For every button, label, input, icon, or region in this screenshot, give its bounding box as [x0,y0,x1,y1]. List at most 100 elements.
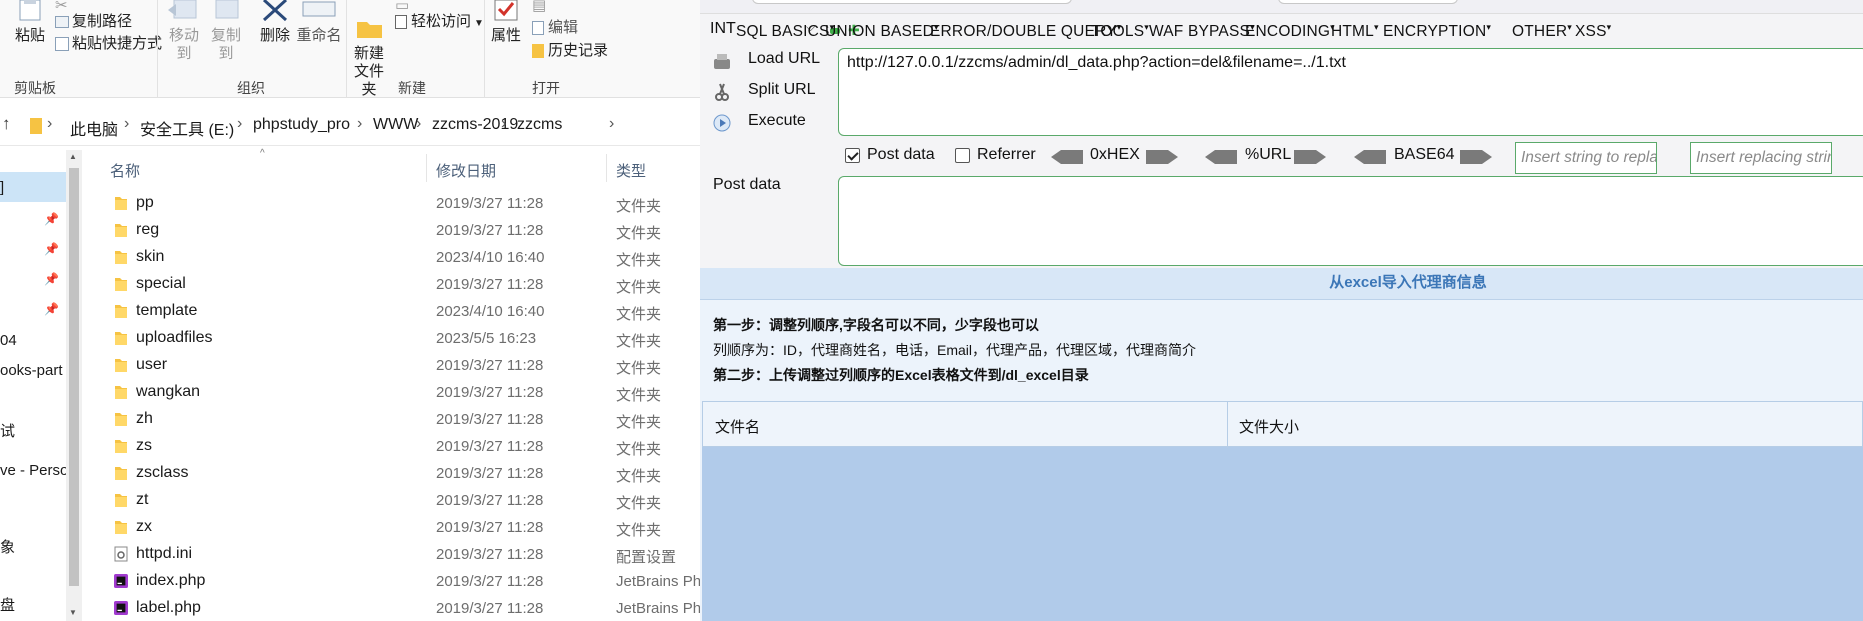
file-row[interactable]: zs 2019/3/27 11:28 文件夹 [82,433,700,460]
file-row[interactable]: zt 2019/3/27 11:28 文件夹 [82,487,700,514]
column-header-type[interactable]: 类型 [616,160,646,181]
file-name: reg [136,221,160,238]
breadcrumb-separator-icon[interactable]: › [237,115,242,133]
nav-item[interactable]: 试 [0,420,15,441]
nav-item[interactable]: 象 [0,536,15,557]
file-row[interactable]: template 2023/4/10 16:40 文件夹 [82,298,700,325]
file-row[interactable]: special 2019/3/27 11:28 文件夹 [82,271,700,298]
file-row[interactable]: uploadfiles 2023/5/5 16:23 文件夹 [82,325,700,352]
base64-decode-arrow-icon[interactable] [1354,150,1386,164]
new-folder-button[interactable]: 新建 文件夹 [350,0,388,117]
hackbar-menu-item[interactable]: UNION BASED▾ [825,22,939,41]
file-row[interactable]: pp 2019/3/27 11:28 文件夹 [82,190,700,217]
hackbar-menu-item[interactable]: XSS▾ [1575,22,1611,41]
file-row[interactable]: index.php 2019/3/27 11:28 JetBrains Ph [82,568,700,595]
hackbar-menu-item[interactable]: OTHER▾ [1512,22,1572,41]
file-row[interactable]: httpd.ini 2019/3/27 11:28 配置设置 [82,541,700,568]
breadcrumb-item[interactable]: WWW [373,116,418,134]
column-header-name[interactable]: 名称 [110,160,140,181]
properties-button[interactable]: 属性 [488,0,524,45]
scroll-up-icon[interactable]: ▲ [69,152,77,161]
file-row[interactable]: zsclass 2019/3/27 11:28 文件夹 [82,460,700,487]
folder-icon [115,224,127,237]
hackbar-menu-item[interactable]: HTML▾ [1331,22,1379,41]
hackbar-menu-item[interactable]: SQL BASICS▾ [736,22,834,41]
nav-item[interactable]: ] [0,179,4,196]
hackbar-menu-item[interactable]: ENCRYPTION▾ [1383,22,1491,41]
scroll-down-icon[interactable]: ▼ [69,608,77,617]
hackbar-menu-item[interactable]: WAF BYPASS▾ [1149,22,1255,41]
hackbar-menu-item[interactable]: TOOLS▾ [1091,22,1149,41]
referrer-checkbox[interactable] [955,148,970,163]
file-row[interactable]: reg 2019/3/27 11:28 文件夹 [82,217,700,244]
file-row[interactable]: zh 2019/3/27 11:28 文件夹 [82,406,700,433]
nav-item[interactable]: ve - Perso [0,462,68,479]
file-type: 文件夹 [616,468,662,485]
copy-to-button[interactable]: 复制到 [205,0,247,63]
folder-icon [115,494,127,507]
address-field[interactable] [752,0,1072,4]
nav-item[interactable]: 盘 [0,594,15,615]
file-name: zx [136,518,152,535]
file-row[interactable]: user 2019/3/27 11:28 文件夹 [82,352,700,379]
column-divider[interactable] [606,154,607,182]
move-to-button[interactable]: 移动到 [163,0,205,63]
hex-decode-arrow-icon[interactable] [1051,150,1083,164]
column-header-date[interactable]: 修改日期 [436,160,496,181]
breadcrumb-separator-icon[interactable]: › [357,115,362,133]
hex-encode-arrow-icon[interactable] [1146,150,1178,164]
pin-icon[interactable]: 📌 [44,212,59,226]
easy-access-icon [395,15,407,30]
paste-shortcut-button[interactable]: 粘贴快捷方式 [55,32,162,53]
replace-string-input[interactable]: Insert string to replace [1515,142,1657,174]
nav-item[interactable]: 04 [0,332,17,349]
file-row[interactable]: label.php 2019/3/27 11:28 JetBrains Ph [82,595,700,621]
menu-label: ERROR/DOUBLE QUERY [930,23,1117,41]
up-arrow-icon[interactable]: ↑ [2,114,11,134]
easy-access-button[interactable]: 轻松访问 ▼ [395,10,484,31]
copy-path-button[interactable]: 复制路径 [55,10,132,31]
new-group-label: 新建 [398,80,426,96]
breadcrumb-item[interactable]: zzcms [517,116,562,134]
file-row[interactable]: skin 2023/4/10 16:40 文件夹 [82,244,700,271]
breadcrumb-separator-icon[interactable]: › [124,115,129,133]
breadcrumb-item[interactable]: 安全工具 (E:) [140,116,234,140]
rename-button[interactable]: 重命名 [296,0,342,45]
hackbar-menu-item[interactable]: ENCODING▾ [1245,22,1335,41]
breadcrumb-separator-icon[interactable]: › [416,115,421,133]
paste-button[interactable]: 粘贴 [14,0,46,45]
hex-label: 0xHEX [1090,146,1140,163]
file-row[interactable]: wangkan 2019/3/27 11:28 文件夹 [82,379,700,406]
history-button[interactable]: 历史记录 [532,39,608,60]
delete-button[interactable]: 删除 [258,0,292,45]
file-row[interactable]: zx 2019/3/27 11:28 文件夹 [82,514,700,541]
pin-icon[interactable]: 📌 [44,242,59,256]
url-textarea[interactable]: http://127.0.0.1/zzcms/admin/dl_data.php… [838,48,1863,136]
breadcrumb-item[interactable]: 此电脑 [70,116,118,140]
post-data-textarea[interactable] [838,176,1863,266]
sort-ascending-icon: ^ [260,148,265,159]
nav-scrollbar[interactable]: ▲ ▼ [66,150,82,621]
column-divider[interactable] [426,154,427,182]
menu-label: ENCODING [1245,23,1331,41]
pin-icon[interactable]: 📌 [44,272,59,286]
scrollbar-thumb[interactable] [69,168,79,586]
nav-item[interactable]: ooks-part [0,362,63,379]
breadcrumb-separator-icon[interactable]: › [501,115,506,133]
browser-toolbar-strip [700,0,1863,14]
url-decode-arrow-icon[interactable] [1205,150,1237,164]
breadcrumb-separator-icon[interactable]: › [609,115,614,133]
url-encode-arrow-icon[interactable] [1294,150,1326,164]
search-field[interactable] [1278,0,1458,4]
file-name: zs [136,437,152,454]
breadcrumb-item[interactable]: phpstudy_pro [253,116,350,134]
open-button[interactable]: ▤ [532,0,546,14]
address-bar[interactable]: ↑ › 此电脑 › 安全工具 (E:) › phpstudy_pro › WWW › zzcms… [0,106,700,146]
base64-encode-arrow-icon[interactable] [1460,150,1492,164]
replacing-string-input[interactable]: Insert replacing string [1690,142,1832,174]
edit-button[interactable]: 编辑 [532,16,578,37]
post-data-checkbox[interactable] [845,148,860,163]
nav-item-selected[interactable] [0,172,66,202]
hackbar-options-row: Post data Referrer 0xHEX %URL BASE64 Ins… [700,142,1863,174]
pin-icon[interactable]: 📌 [44,302,59,316]
